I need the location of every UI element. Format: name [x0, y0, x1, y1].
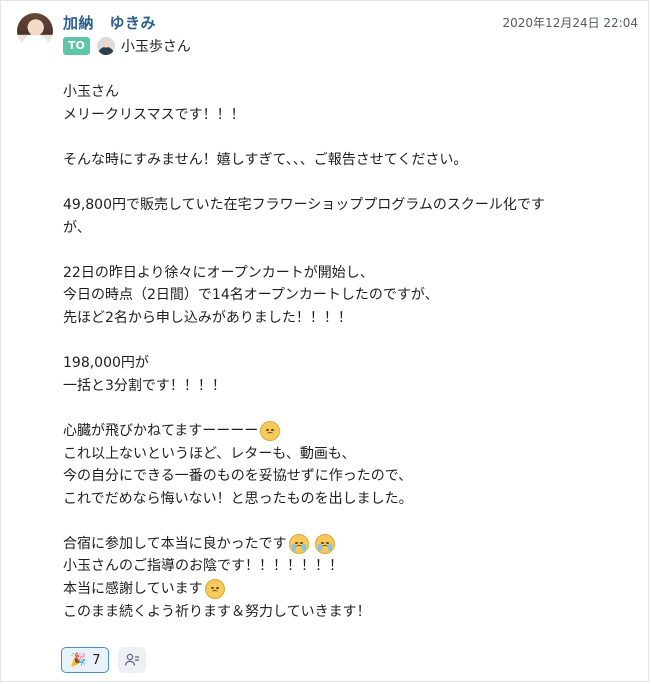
- message-line: が、: [63, 217, 623, 240]
- party-popper-icon: 🎉: [70, 652, 87, 668]
- message-line: このまま続くよう祈ります＆努力していきます！: [63, 601, 623, 624]
- message-line: 本当に感謝しています: [63, 578, 623, 601]
- loudly-crying-face-icon: [288, 534, 309, 555]
- loudly-crying-face-icon: [314, 534, 335, 555]
- message-line: これでだめなら悔いない！と思ったものを出しました。: [63, 488, 623, 511]
- add-reaction-icon: [125, 653, 140, 666]
- message-text: 合宿に参加して本当に良かったです: [63, 535, 287, 552]
- message-line: 合宿に参加して本当に良かったです: [63, 533, 623, 556]
- message-line: 一括と3分割です！！！！: [63, 375, 623, 398]
- sender-name[interactable]: 加納 ゆきみ: [63, 12, 156, 33]
- message-line: 22日の昨日より徐々にオープンカートが開始し、: [63, 262, 623, 285]
- message-text: そんな時にすみません！嬉しすぎて、、、ご報告させてください。: [63, 151, 468, 168]
- message-line: 49,800円で販売していた在宅フラワーショッププログラムのスクール化です: [63, 194, 623, 217]
- message-text: が、: [63, 219, 91, 236]
- add-reaction-button[interactable]: [118, 647, 147, 673]
- message-line: [63, 330, 623, 353]
- message-line: 今の自分にできる一番のものを妥協せずに作ったので、: [63, 465, 623, 488]
- message-card: 加納 ゆきみ 2020年12月24日 22:04 TO 小玉歩さん 小玉さん メ…: [0, 0, 649, 682]
- reaction-count: 7: [92, 652, 101, 668]
- message-text: 49,800円で販売していた在宅フラワーショッププログラムのスクール化です: [63, 196, 545, 213]
- message-timestamp[interactable]: 2020年12月24日 22:04: [503, 14, 638, 31]
- message-text: メリークリスマスです！！！: [63, 106, 245, 123]
- message-text: これでだめなら悔いない！と思ったものを出しました。: [63, 490, 413, 507]
- message-line: そんな時にすみません！嬉しすぎて、、、ご報告させてください。: [63, 149, 623, 172]
- message-text: 今日の時点（2日間）で14名オープンカートしたのですが、: [63, 287, 439, 304]
- message-text: 一括と3分割です！！！！: [63, 377, 226, 394]
- message-line: [63, 510, 623, 533]
- message-line: [63, 397, 623, 420]
- party-reaction-button[interactable]: 🎉 7: [61, 647, 110, 673]
- recipient-name[interactable]: 小玉歩さん: [121, 36, 191, 56]
- message-line: 心臓が飛びかねてますーーーー: [63, 420, 623, 443]
- message-text: 22日の昨日より徐々にオープンカートが開始し、: [63, 264, 374, 281]
- to-row: TO 小玉歩さん: [63, 36, 191, 56]
- message-line: 先ほど2名から申し込みがありました！！！！: [63, 307, 623, 330]
- message-line: 小玉さん: [63, 81, 623, 104]
- message-line: メリークリスマスです！！！: [63, 104, 623, 127]
- message-text: 小玉さんのご指導のお陰です！！！！！！！: [63, 558, 343, 575]
- message-line: [63, 239, 623, 262]
- message-body: 小玉さん メリークリスマスです！！！ そんな時にすみません！嬉しすぎて、、、ご報…: [63, 81, 623, 623]
- reactions-bar: 🎉 7: [61, 647, 147, 673]
- to-badge: TO: [63, 37, 90, 55]
- message-line: [63, 171, 623, 194]
- message-text: 今の自分にできる一番のものを妥協せずに作ったので、: [63, 468, 413, 485]
- message-text: これ以上ないというほど、レターも、動画も、: [63, 445, 356, 462]
- message-line: [63, 126, 623, 149]
- message-text: 先ほど2名から申し込みがありました！！！！: [63, 309, 352, 326]
- message-line: 小玉さんのご指導のお陰です！！！！！！！: [63, 555, 623, 578]
- message-line: これ以上ないというほど、レターも、動画も、: [63, 443, 623, 466]
- sender-avatar[interactable]: [17, 13, 53, 49]
- message-text: 本当に感謝しています: [63, 581, 203, 598]
- recipient-avatar: [96, 37, 115, 55]
- message-text: 心臓が飛びかねてますーーーー: [63, 422, 259, 439]
- message-text: このまま続くよう祈ります＆努力していきます！: [63, 603, 371, 620]
- worried-face-icon: [204, 579, 225, 600]
- message-text: 198,000円が: [63, 355, 149, 372]
- message-line: 今日の時点（2日間）で14名オープンカートしたのですが、: [63, 284, 623, 307]
- message-text: 小玉さん: [63, 84, 119, 100]
- worried-face-icon: [260, 421, 281, 442]
- message-line: 198,000円が: [63, 352, 623, 375]
